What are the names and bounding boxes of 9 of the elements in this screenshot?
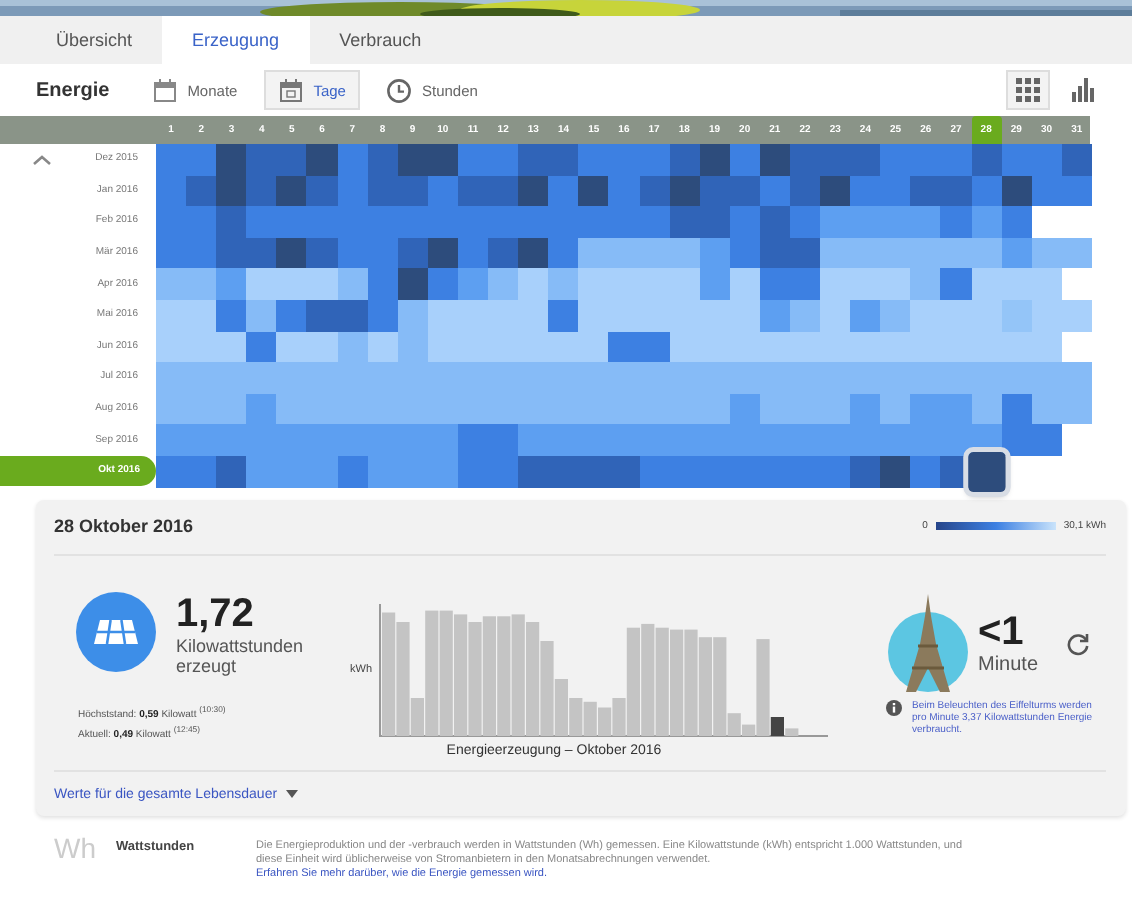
tab[interactable]: Erzeugung xyxy=(162,16,310,64)
date-title: 28 Oktober 2016 xyxy=(54,516,194,537)
production-unit: Kilowattstunden erzeugt xyxy=(176,635,306,676)
toolbar-title: Energie xyxy=(36,79,110,101)
tab[interactable]: Verbrauch xyxy=(309,16,452,64)
comparison-unit: Minute xyxy=(978,654,1039,677)
production-value: 1,72 xyxy=(176,591,256,636)
tab[interactable]: Übersicht xyxy=(26,16,163,64)
comparison-value: <1 xyxy=(978,610,1026,655)
